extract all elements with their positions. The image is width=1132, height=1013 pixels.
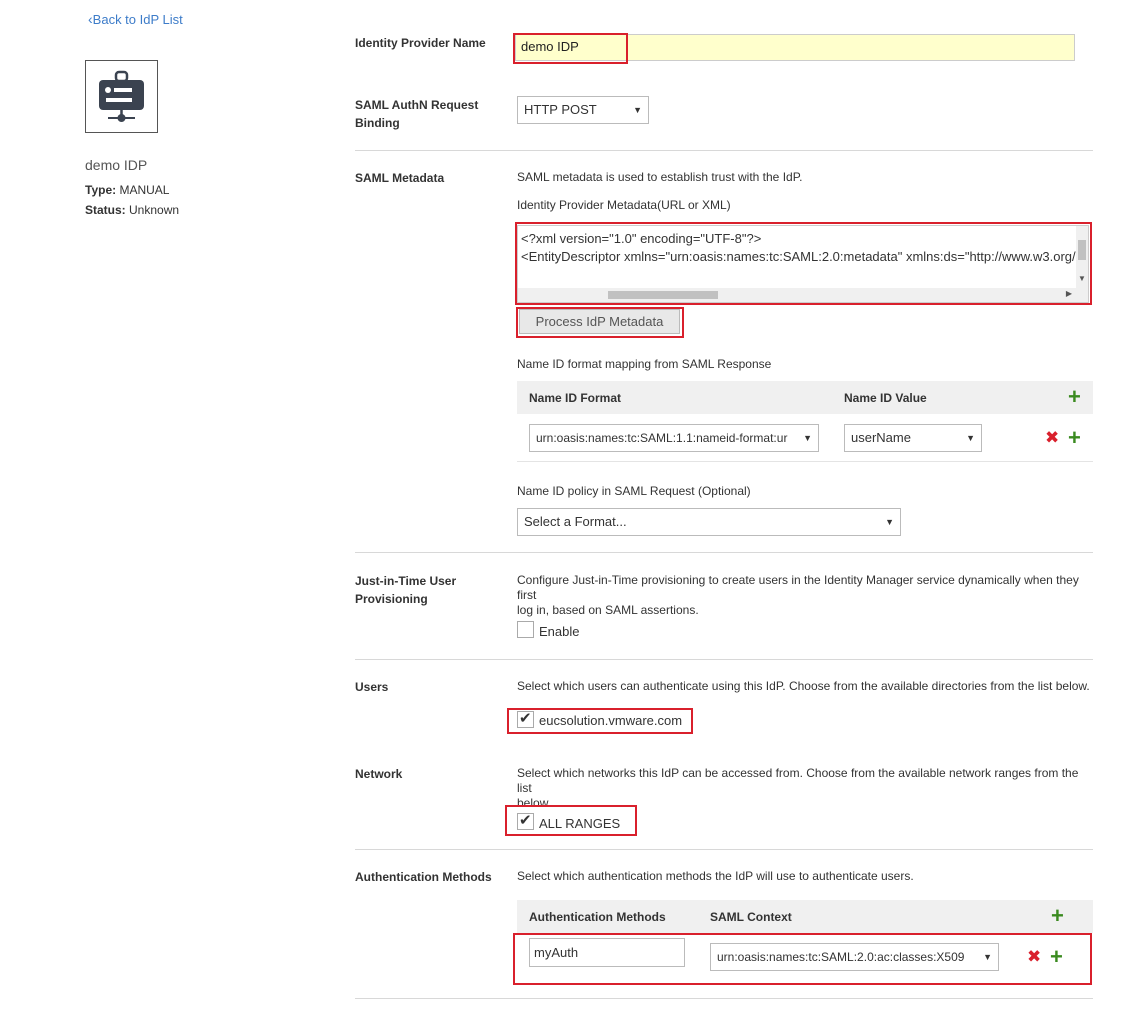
process-button-highlight [516, 307, 684, 338]
nameid-format-select[interactable]: urn:oasis:names:tc:SAML:1.1:nameid-forma… [529, 424, 819, 452]
network-highlight [505, 805, 637, 836]
chevron-down-icon: ▼ [885, 517, 894, 527]
auth-methods-label: Authentication Methods [355, 870, 492, 884]
idp-name-label: Identity Provider Name [355, 36, 486, 50]
back-to-idp-list-link[interactable]: ‹Back to IdP List [88, 11, 183, 27]
sidebar-idp-name: demo IDP [85, 157, 148, 173]
divider [355, 998, 1093, 999]
users-label: Users [355, 680, 389, 694]
nameid-value-select[interactable]: userName ▼ [844, 424, 982, 452]
binding-select[interactable]: HTTP POST ▼ [517, 96, 649, 124]
users-desc: Select which users can authenticate usin… [517, 679, 1090, 693]
saml-metadata-label: SAML Metadata [355, 171, 445, 185]
add-auth-header-plus-icon[interactable]: + [1051, 905, 1064, 927]
saml-metadata-desc: SAML metadata is used to establish trust… [517, 170, 803, 184]
jit-enable-checkbox[interactable] [517, 621, 534, 638]
delete-nameid-row-icon[interactable]: ✖ [1045, 429, 1059, 447]
idp-icon-frame [85, 60, 158, 133]
saml-context-header: SAML Context [710, 910, 792, 924]
add-nameid-header-plus-icon[interactable]: + [1068, 386, 1081, 408]
nameid-value-header: Name ID Value [844, 391, 927, 405]
jit-label: Just-in-Time User Provisioning [355, 574, 457, 606]
metadata-highlight [515, 222, 1092, 305]
nameid-policy-label: Name ID policy in SAML Request (Optional… [517, 484, 751, 498]
nameid-format-header: Name ID Format [529, 391, 622, 405]
jit-enable-label: Enable [539, 624, 580, 639]
chevron-down-icon: ▼ [966, 433, 975, 443]
jit-desc: Configure Just-in-Time provisioning to c… [517, 573, 1079, 617]
binding-label: SAML AuthN Request Binding [355, 98, 479, 130]
users-highlight [507, 708, 693, 734]
chevron-down-icon: ▼ [800, 425, 812, 451]
idp-metadata-sublabel: Identity Provider Metadata(URL or XML) [517, 198, 731, 212]
divider [355, 659, 1093, 660]
divider [355, 552, 1093, 553]
nameid-policy-select[interactable]: Select a Format... ▼ [517, 508, 901, 536]
nameid-row-divider [517, 461, 1093, 462]
sidebar-type: Type: MANUAL [85, 183, 170, 197]
auth-row-highlight [513, 933, 1092, 985]
sidebar-status: Status: Unknown [85, 203, 180, 217]
network-label: Network [355, 767, 403, 781]
divider [355, 150, 1093, 151]
idp-name-value: demo IDP [521, 39, 579, 54]
idp-monitor-icon [99, 70, 144, 122]
chevron-down-icon: ▼ [633, 105, 642, 115]
auth-methods-header: Authentication Methods [529, 910, 666, 924]
add-nameid-row-plus-icon[interactable]: + [1068, 427, 1081, 449]
auth-methods-desc: Select which authentication methods the … [517, 869, 914, 883]
nameid-mapping-label: Name ID format mapping from SAML Respons… [517, 357, 772, 371]
divider [355, 849, 1093, 850]
